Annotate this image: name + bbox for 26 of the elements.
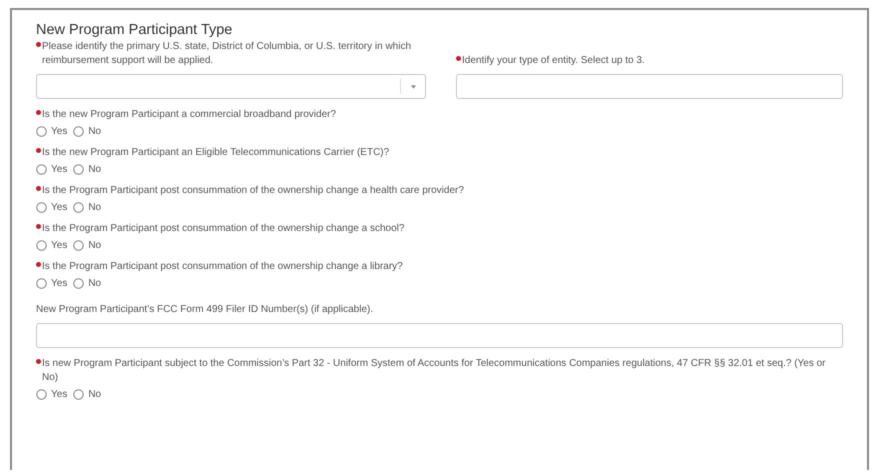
input-field[interactable] — [36, 323, 843, 348]
question-label: Is new Program Participant subject to the Commission’s Part 32 - Uniform System of Accounts for Telecommunications Companies regulations, 47 CFR §§ 32.01 et seq.? (Yes or No) — [42, 357, 827, 385]
radio-option[interactable]: No — [73, 202, 102, 213]
caret-icon — [411, 85, 416, 89]
radio-option[interactable]: No — [73, 389, 102, 400]
question-label: New Program Participant’s FCC Form 499 Filer ID Number(s) (if applicable). — [36, 303, 374, 317]
radio-option[interactable]: No — [73, 164, 102, 175]
question-label: Is the new Program Participant an Eligible Telecommunications Carrier (ETC)? — [42, 146, 390, 160]
radio-option[interactable]: Yes — [36, 389, 68, 400]
radio-option[interactable]: No — [73, 240, 102, 251]
question-label: Is the new Program Participant a commercial broadband provider? — [42, 108, 336, 122]
dropdown-field[interactable] — [36, 74, 426, 99]
radio-option[interactable]: Yes — [36, 164, 68, 175]
question-label: Is the Program Participant post consummation of the ownership change a school? — [42, 222, 404, 236]
question-label: Is the Program Participant post consummation of the ownership change a health care provider? — [42, 184, 464, 198]
section-title: New Program Participant Type — [36, 22, 234, 38]
radio-option[interactable]: Yes — [36, 278, 68, 289]
radio-option[interactable]: Yes — [36, 126, 68, 137]
radio-option[interactable]: No — [73, 278, 102, 289]
input-field[interactable] — [456, 74, 843, 99]
field-label: Identify your type of entity. Select up to 3. — [462, 54, 645, 68]
radio-option[interactable]: No — [73, 126, 102, 137]
question-label: Is the Program Participant post consummation of the ownership change a library? — [42, 260, 403, 274]
radio-option[interactable]: Yes — [36, 240, 68, 251]
radio-option[interactable]: Yes — [36, 202, 68, 213]
field-label: Please identify the primary U.S. state, District of Columbia, or U.S. territory in which reimbursement support will be applied. — [42, 40, 412, 68]
